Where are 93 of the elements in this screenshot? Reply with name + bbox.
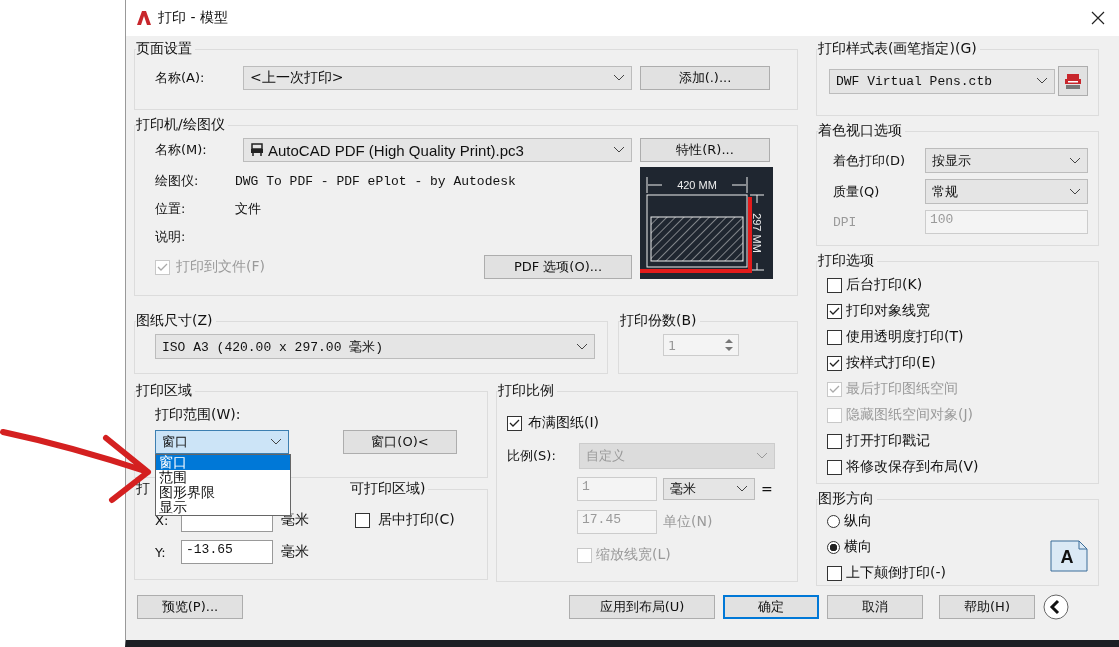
field-label: 比例(S):: [507, 447, 557, 465]
input-field[interactable]: -13.65: [181, 540, 273, 564]
field-label: 着色打印(D): [832, 151, 907, 170]
group-title: 打印机/绘图仪: [136, 116, 226, 134]
field-value: 文件: [235, 200, 261, 218]
checkbox-label: 隐藏图纸空间对象(J): [846, 406, 974, 424]
group-title: 页面设置: [136, 40, 193, 58]
chevron-icon: [613, 74, 625, 82]
checkbox-label: 居中打印(C): [378, 511, 455, 529]
checkbox[interactable]: [827, 459, 842, 475]
checkbox-label: 布满图纸(I): [528, 414, 600, 432]
dropdown[interactable]: <上一次打印>: [243, 66, 632, 90]
checkbox-label: 按样式打印(E): [846, 354, 936, 372]
dropdown-option[interactable]: 窗口: [156, 455, 290, 470]
radio-label: 纵向: [844, 512, 872, 530]
checkbox-label: 最后打印图纸空间: [846, 380, 958, 398]
checkbox[interactable]: [827, 433, 842, 449]
unit-label: 单位(N): [663, 513, 714, 531]
window-button[interactable]: 窗口(O)<: [343, 430, 457, 454]
cancel-button[interactable]: 取消: [827, 595, 923, 619]
dropdown[interactable]: AutoCAD PDF (High Quality Print).pc3: [243, 138, 632, 162]
preview-button[interactable]: 预览(P)...: [137, 595, 243, 619]
chevron-icon: [736, 485, 748, 493]
landscape-page-icon: A: [1050, 540, 1088, 572]
checkbox-label: 缩放线宽(L): [596, 546, 671, 564]
radio-button[interactable]: [827, 514, 840, 528]
plotter-icon: [1064, 72, 1082, 90]
field-label: 位置:: [154, 200, 187, 218]
radio-label: 横向: [844, 538, 872, 556]
dropdown[interactable]: 常规: [924, 179, 1088, 204]
checkbox[interactable]: [355, 512, 370, 528]
radio-button[interactable]: [827, 540, 840, 554]
field-label: 打印范围(W):: [154, 406, 242, 424]
field-label: 绘图仪:: [154, 172, 200, 190]
chevron-icon: [1069, 156, 1081, 165]
checkbox-label: 打开打印戳记: [846, 432, 930, 450]
field-value: DWG To PDF - PDF ePlot - by Autodesk: [235, 173, 516, 189]
chevron-icon: [613, 146, 625, 154]
checkbox[interactable]: [827, 329, 842, 345]
ok-button[interactable]: 确定: [723, 595, 819, 619]
checkbox-label: 打印到文件(F): [176, 258, 265, 276]
group-title: 着色视口选项: [818, 122, 903, 140]
add-button[interactable]: 添加(.)...: [640, 66, 770, 90]
dropdown-option[interactable]: 显示: [156, 500, 290, 515]
chevron-icon: [1069, 187, 1081, 196]
checkbox-label: 将修改保存到布局(V): [846, 458, 979, 476]
group-title: 打印区域: [136, 382, 193, 400]
edit-style-button[interactable]: [1058, 66, 1088, 96]
group-title: 图形方向: [818, 490, 875, 508]
paper-preview-drawing: 420 MM 297 MM: [640, 167, 773, 279]
unit-label: 毫米: [281, 543, 310, 561]
group-title: 可打印区域): [350, 480, 426, 498]
window-title: 打印 - 模型: [158, 9, 228, 27]
checkbox-label: 上下颠倒打印(-): [846, 564, 946, 582]
equals-sign: =: [761, 481, 773, 497]
apply-button[interactable]: 应用到布局(U): [569, 595, 715, 619]
dropdown[interactable]: ISO A3 (420.00 x 297.00 毫米): [155, 334, 595, 359]
checkbox-label: 后台打印(K): [846, 276, 923, 294]
checkbox[interactable]: [827, 565, 842, 581]
properties-button[interactable]: 特性(R)...: [640, 138, 770, 162]
field-label: X:: [155, 512, 169, 528]
field-label: Y:: [155, 544, 167, 560]
group-title: 图纸尺寸(Z): [136, 312, 214, 330]
logo-icon: [136, 10, 152, 26]
chevron-icon: [756, 452, 768, 460]
chevron-icon: [1036, 77, 1048, 85]
group-title: 打印比例: [498, 382, 555, 400]
chevron-icon: [270, 438, 282, 446]
group-title: 打印样式表(画笔指定)(G): [818, 40, 978, 58]
checkbox-label: 使用透明度打印(T): [846, 328, 964, 346]
help-button[interactable]: 帮助(H): [939, 595, 1035, 619]
field-label: DPI: [832, 214, 858, 230]
field-label: 说明:: [154, 228, 187, 246]
field-label: 质量(Q): [832, 182, 881, 201]
plotter-icon: [250, 143, 264, 157]
group-title: 打: [136, 480, 150, 498]
checkbox[interactable]: [827, 303, 842, 319]
pdf-options-button[interactable]: PDF 选项(O)...: [484, 255, 632, 279]
dropdown[interactable]: 按显示: [924, 148, 1088, 173]
dropdown-option[interactable]: 图形界限: [156, 485, 290, 500]
dropdown[interactable]: 窗口: [155, 430, 289, 454]
field-label: 名称(M):: [154, 141, 208, 159]
checkbox[interactable]: [827, 355, 842, 371]
dropdown[interactable]: DWF Virtual Pens.ctb: [829, 68, 1055, 94]
checkbox-label: 打印对象线宽: [846, 302, 930, 320]
group-title: 打印份数(B): [620, 312, 698, 330]
collapse-icon[interactable]: [1043, 594, 1069, 620]
group-title: 打印选项: [818, 252, 875, 270]
checkbox[interactable]: [827, 277, 842, 293]
close-icon[interactable]: [1091, 11, 1105, 25]
chevron-icon: [576, 342, 588, 351]
dropdown-option[interactable]: 范围: [156, 470, 290, 485]
field-label: 名称(A):: [154, 69, 206, 87]
